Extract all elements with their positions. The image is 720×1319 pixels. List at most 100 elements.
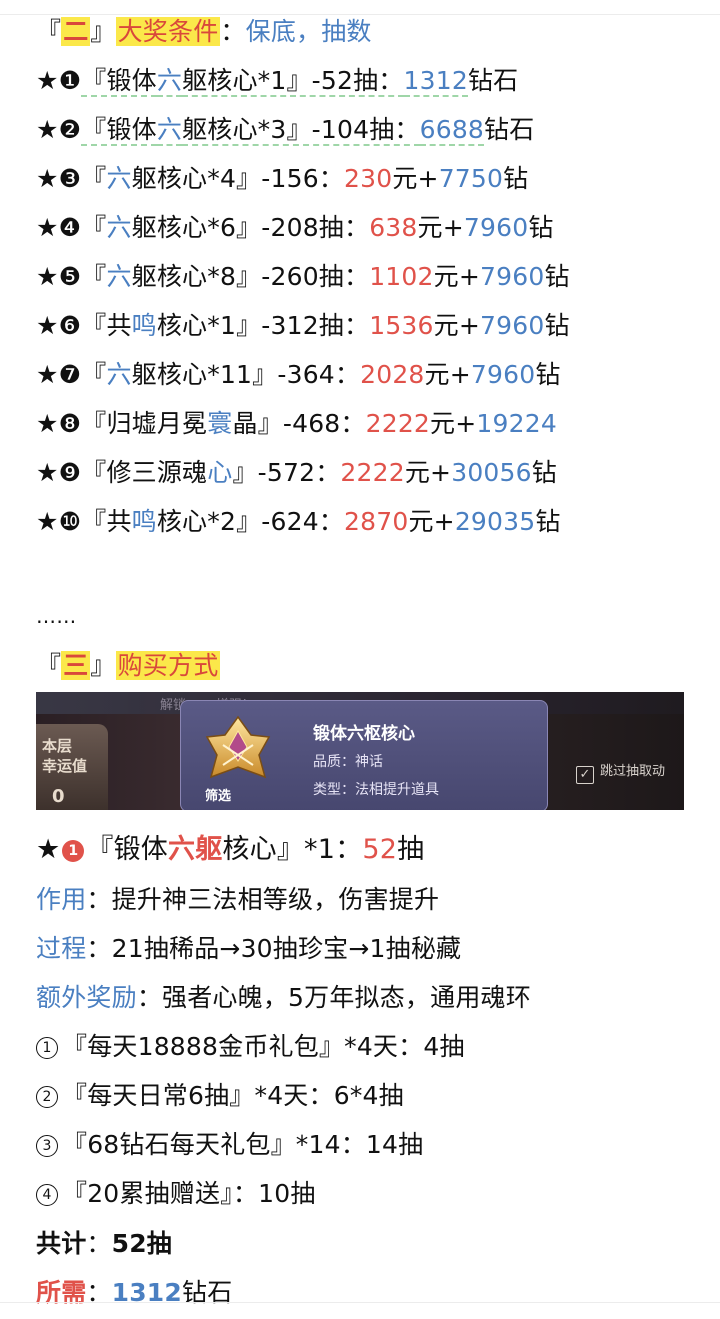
reward-value: 19224 [476,409,557,438]
reward-text: 元+ [433,262,480,291]
bracket-close: 』 [90,17,116,46]
number-badge: ❼ [58,360,82,389]
reward-row: ★❻『共鸣核心*1』-312抽：1536元+7960钻 [36,308,570,344]
reward-value: 2028 [360,360,425,389]
section2-title: 大奖条件 [115,17,221,46]
reward-row: ★❷『锻体六躯核心*3』-104抽：6688钻石 [36,112,534,148]
reward-text: 元+ [392,164,439,193]
reward-value: 7960 [463,213,529,242]
reward-value: 230 [344,164,393,193]
reward-text: 『 [81,213,107,242]
number-badge: ❸ [58,164,82,193]
reward-text: 核心*1』-312抽： [156,311,370,340]
reward-text: 躯核心*6』-208抽： [131,213,370,242]
reward-value: 2222 [340,458,405,487]
number-badge: ❺ [58,262,82,291]
reward-value: 7750 [438,164,504,193]
reward-text: 躯核心*4』-156： [131,164,345,193]
reward-text: 『锻体 [81,115,157,146]
item1-highlight: 六躯 [168,834,223,865]
reward-text: 『锻体 [81,66,157,97]
reward-text: 『归墟月冕 [81,409,208,438]
reward-text: 躯核心*11』-364： [131,360,361,389]
section3-title: 购买方式 [115,651,221,680]
process-line: 过程：21抽稀品→30抽珍宝→1抽秘藏 [36,931,461,967]
colon: ： [86,1229,112,1258]
reward-row: ★❶『锻体六躯核心*1』-52抽：1312钻石 [36,63,518,99]
number-badge: ❿ [58,507,82,536]
source-row: 3 『68钻石每天礼包』*14：14抽 [36,1127,423,1163]
reward-text: 晶』-468： [232,409,366,438]
reward-text: 『共 [81,507,132,536]
effect-line: 作用：提升神三法相等级，伤害提升 [36,882,439,918]
reward-highlight: 寰 [207,409,233,438]
ellipsis: …… [36,604,77,628]
luck-label-1: 本层 [42,737,73,755]
reward-text: 钻 [531,458,557,487]
reward-text: 元+ [433,311,481,340]
section2-subtitle: 保底，抽数 [245,17,372,46]
reward-highlight: 六 [156,115,183,146]
source-text: 『20累抽赠送』：10抽 [62,1179,316,1208]
bonus-text: ：强者心魄，5万年拟态，通用魂环 [136,983,531,1012]
reward-highlight: 鸣 [131,507,157,536]
item1-heading: ★ 1 『锻体六躯核心』*1：52抽 [36,832,424,868]
star-icon: ★ [36,115,59,144]
bottom-divider [0,1302,720,1303]
item1-post: 核心』*1： [222,834,363,865]
star-icon: ★ [36,66,59,95]
reward-text: 躯核心*8』-260抽： [131,262,370,291]
star-icon: ★ [36,834,61,865]
reward-highlight: 六 [106,360,132,389]
star-icon: ★ [36,311,59,340]
effect-label: 作用 [36,885,87,914]
reward-text: 钻 [544,311,570,340]
bracket-close: 』 [90,651,116,680]
reward-text: 钻 [535,360,561,389]
reward-text: 元+ [424,360,471,389]
required-line: 所需：1312钻石 [36,1275,232,1311]
process-label: 过程 [36,934,87,963]
number-badge: ❻ [58,311,82,340]
reward-text: 钻 [535,507,561,536]
reward-row: ★❾『修三源魂心』-572：2222元+30056钻 [36,455,557,491]
luck-panel: 本层 幸运值 0 [36,724,108,810]
checkbox-icon[interactable]: ✓ [576,766,594,784]
reward-highlight: 六 [106,262,132,291]
source-text: 『每天18888金币礼包』*4天：4抽 [62,1032,465,1061]
reward-text: 元+ [404,458,452,487]
reward-value: 7960 [470,360,536,389]
number-badge: ❷ [58,115,82,144]
reward-text: 元+ [408,507,455,536]
number-badge: ❹ [58,213,82,242]
number-badge: 1 [62,840,85,862]
bonus-label: 额外奖励 [36,983,137,1012]
emblem-icon [205,715,271,779]
star-icon: ★ [36,262,59,291]
total-value: 52抽 [111,1229,172,1258]
filter-tag[interactable]: 筛选 [205,785,231,804]
number-badge: ❶ [58,66,82,95]
skip-animation-toggle[interactable]: ✓ 跳过抽取动 [576,760,665,784]
reward-value: 2222 [365,409,431,438]
bracket-open: 『 [36,651,62,680]
number-badge: ❽ [58,409,82,438]
reward-row: ★❺『六躯核心*8』-260抽：1102元+7960钻 [36,259,570,295]
card-title: 锻体六枢核心 [313,724,415,744]
effect-text: ：提升神三法相等级，伤害提升 [86,885,440,914]
luck-value: 0 [52,786,65,807]
reward-value: 29035 [454,507,536,536]
reward-text: 躯核心*1』-52抽： [182,66,404,97]
reward-text: 钻石 [467,66,519,95]
reward-text: 『 [81,262,107,291]
reward-value: 1536 [369,311,434,340]
reward-value: 30056 [451,458,532,487]
item1-value: 52 [362,834,398,865]
reward-text: 钻 [528,213,554,242]
reward-text: 『共 [81,311,132,340]
section3-heading: 『三』购买方式 [36,648,221,684]
total-label: 共计 [36,1229,87,1258]
number-circle-icon: 3 [36,1135,58,1157]
reward-text: 钻石 [484,115,535,144]
reward-highlight: 六 [156,66,183,97]
